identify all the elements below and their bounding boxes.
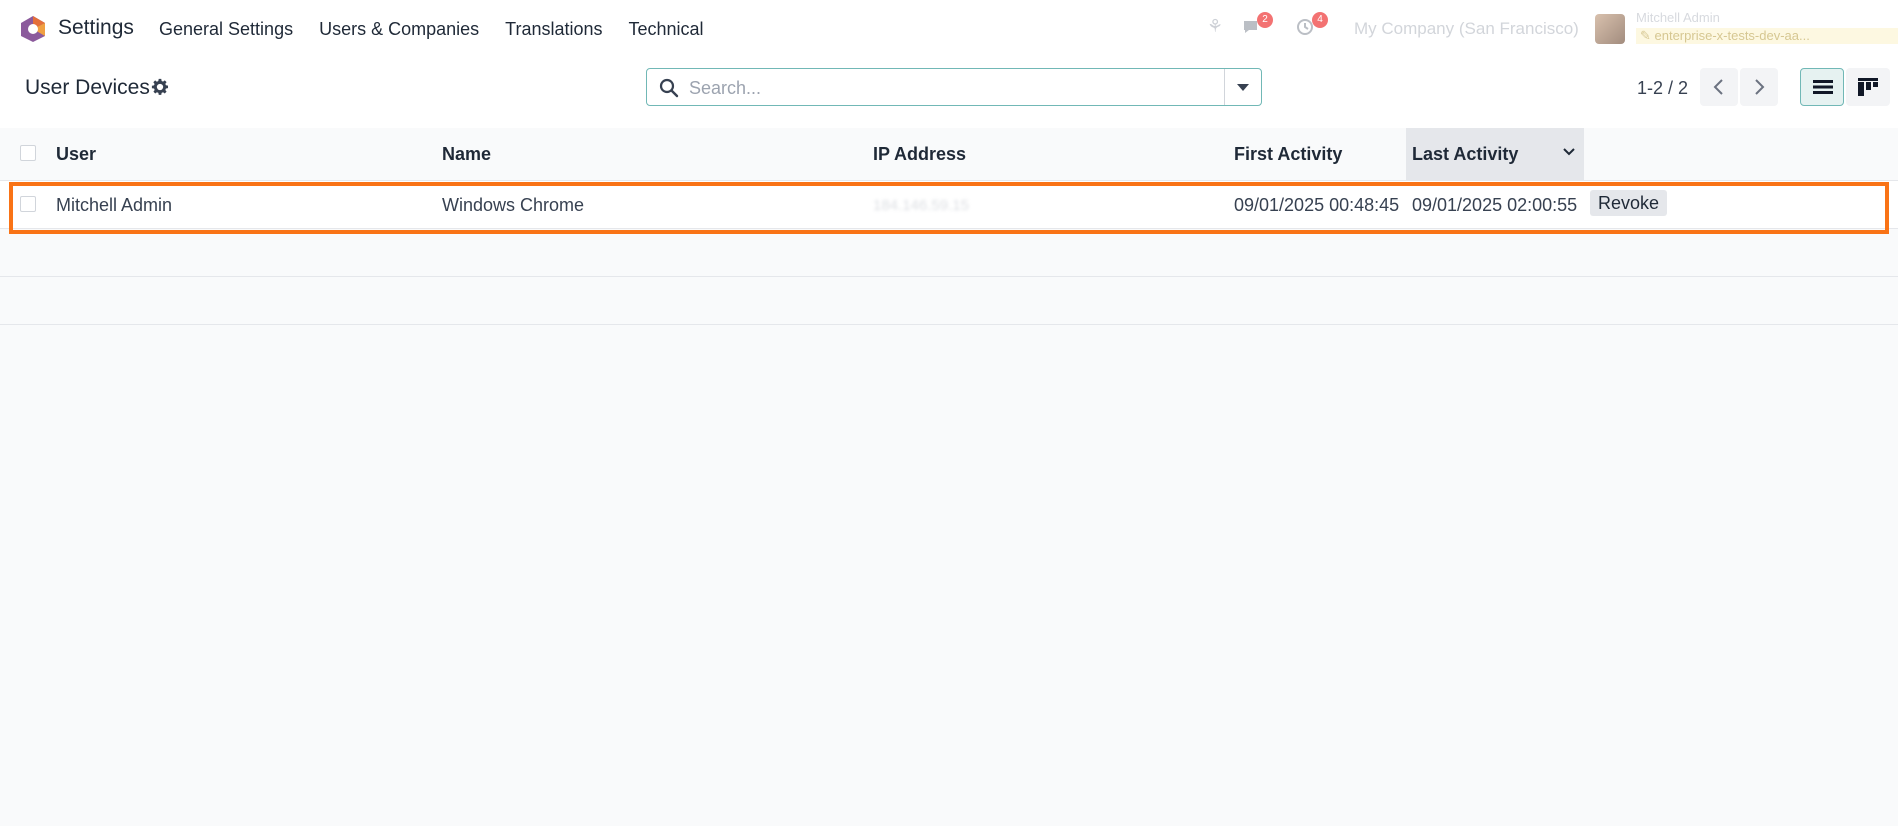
devices-table: User Name IP Address First Activity Last… bbox=[0, 128, 1898, 325]
search-icon bbox=[659, 78, 679, 98]
column-header-ip-address[interactable]: IP Address bbox=[873, 144, 966, 165]
main-navbar: Settings General Settings Users & Compan… bbox=[0, 0, 1898, 58]
cell-last-activity: 09/01/2025 02:00:55 bbox=[1412, 195, 1578, 215]
database-name: ✎ enterprise-x-tests-dev-aa... bbox=[1636, 28, 1898, 44]
table-header: User Name IP Address First Activity Last… bbox=[0, 128, 1898, 181]
menu-translations[interactable]: Translations bbox=[505, 19, 602, 40]
column-header-name[interactable]: Name bbox=[442, 144, 491, 165]
list-view-button[interactable] bbox=[1800, 68, 1844, 106]
top-menu: General Settings Users & Companies Trans… bbox=[159, 19, 730, 40]
search-box bbox=[646, 68, 1262, 106]
column-header-last-activity[interactable]: Last Activity bbox=[1412, 144, 1518, 165]
user-name[interactable]: Mitchell Admin bbox=[1636, 10, 1720, 25]
pager-next-button[interactable] bbox=[1740, 68, 1778, 106]
cell-user: Mitchell Admin bbox=[56, 195, 173, 215]
kanban-view-button[interactable] bbox=[1846, 68, 1890, 106]
menu-general-settings[interactable]: General Settings bbox=[159, 19, 293, 40]
table-row[interactable]: Mitchell Admin Windows Chrome 184.146.59… bbox=[0, 181, 1898, 229]
app-name[interactable]: Settings bbox=[58, 16, 134, 40]
cell-name: Windows Chrome bbox=[442, 195, 585, 215]
column-header-user[interactable]: User bbox=[56, 144, 96, 165]
search-input[interactable] bbox=[687, 73, 1251, 103]
kanban-icon bbox=[1858, 78, 1878, 96]
empty-row bbox=[0, 277, 1898, 325]
sort-descending-icon[interactable] bbox=[1562, 147, 1576, 157]
control-panel: User Devices 1-2 / 2 bbox=[0, 58, 1898, 129]
empty-row bbox=[0, 229, 1898, 277]
company-switcher[interactable]: My Company (San Francisco) bbox=[1354, 19, 1579, 39]
column-header-first-activity[interactable]: First Activity bbox=[1234, 144, 1342, 165]
pager-value[interactable]: 1-2 / 2 bbox=[1637, 78, 1688, 99]
gear-icon[interactable] bbox=[151, 78, 169, 96]
chevron-right-icon bbox=[1755, 79, 1765, 95]
search-options-toggle[interactable] bbox=[1224, 69, 1261, 105]
menu-users-companies[interactable]: Users & Companies bbox=[319, 19, 479, 40]
page-title: User Devices bbox=[25, 76, 150, 99]
cell-first-activity: 09/01/2025 00:48:45 bbox=[1234, 195, 1400, 215]
caret-down-icon bbox=[1237, 84, 1249, 91]
messages-badge: 2 bbox=[1257, 12, 1273, 28]
chevron-left-icon bbox=[1713, 79, 1723, 95]
menu-technical[interactable]: Technical bbox=[629, 19, 704, 40]
row-checkbox[interactable] bbox=[20, 196, 36, 212]
select-all-checkbox[interactable] bbox=[20, 145, 36, 161]
pager-previous-button[interactable] bbox=[1700, 68, 1738, 106]
cell-ip-address: 184.146.59.15 bbox=[873, 197, 969, 214]
user-avatar[interactable] bbox=[1595, 14, 1625, 44]
list-icon bbox=[1813, 80, 1833, 94]
bug-icon[interactable]: ⚘ bbox=[1207, 16, 1223, 37]
activity-badge: 4 bbox=[1312, 12, 1328, 28]
app-logo-icon[interactable] bbox=[19, 15, 47, 43]
revoke-button[interactable]: Revoke bbox=[1590, 190, 1668, 216]
